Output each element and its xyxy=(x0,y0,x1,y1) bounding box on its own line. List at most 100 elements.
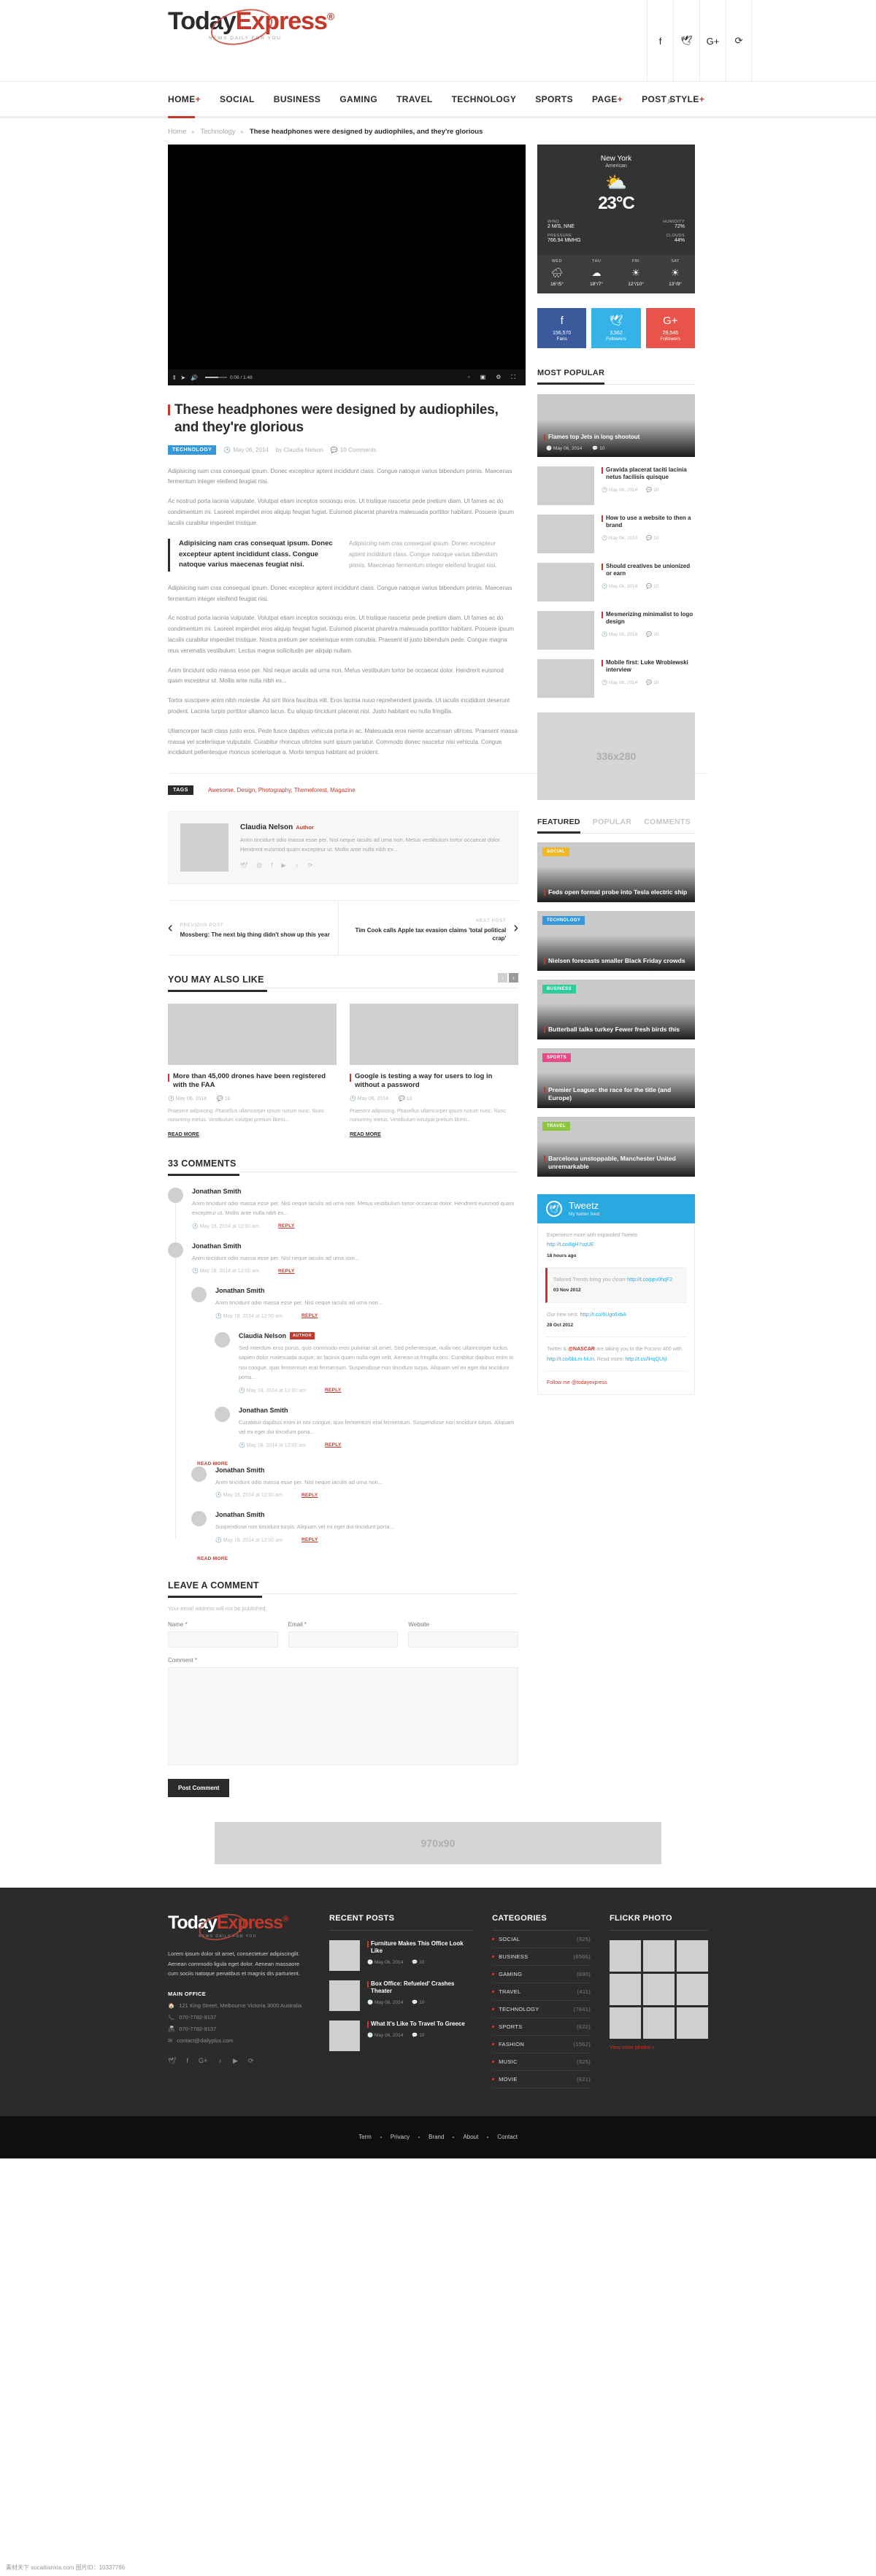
flickr-thumb[interactable] xyxy=(610,1939,642,1972)
category-badge[interactable]: TECHNOLOGY xyxy=(168,445,217,455)
featured-card[interactable]: TECHNOLOGY Nielsen forecasts smaller Bla… xyxy=(537,911,695,971)
author-social-icon[interactable]: @ xyxy=(256,862,262,869)
footer-recent-post[interactable]: Furniture Makes This Office Look Like 🕐 … xyxy=(329,1939,473,1971)
tweet-link[interactable]: http://t.co/6Ugo6xbA xyxy=(580,1312,626,1318)
tab-featured[interactable]: FEATURED xyxy=(537,818,580,834)
search-icon[interactable]: ⌕ xyxy=(667,94,673,107)
read-more-comments[interactable]: READ MORE xyxy=(197,1556,518,1561)
name-input[interactable] xyxy=(168,1631,278,1648)
related-card[interactable]: Google is testing a way for users to log… xyxy=(350,1003,518,1139)
flickr-thumb[interactable] xyxy=(677,2007,709,2039)
footer-link-term[interactable]: Term xyxy=(350,2134,380,2140)
footer-category-item[interactable]: MUSIC (325) xyxy=(492,2053,591,2071)
reply-link[interactable]: REPLY xyxy=(278,1269,295,1274)
twitter-count-box[interactable]: 🕊 3,562 Followers xyxy=(591,308,641,348)
footer-link-privacy[interactable]: Privacy xyxy=(382,2134,418,2140)
footer-social-icon[interactable]: ♁ xyxy=(218,2057,223,2065)
nav-item-page[interactable]: PAGE+ xyxy=(592,82,623,116)
nav-item-technology[interactable]: TECHNOLOGY xyxy=(452,82,517,116)
list-item[interactable]: Gravida placerat taciti lacinia netus fa… xyxy=(537,466,695,505)
volume-icon[interactable]: 🔊 xyxy=(191,374,198,381)
nav-item-travel[interactable]: TRAVEL xyxy=(396,82,433,116)
breadcrumb-category[interactable]: Technology xyxy=(200,128,235,136)
reply-link[interactable]: REPLY xyxy=(325,1388,342,1393)
video-quality-icon[interactable]: ▫ xyxy=(468,374,470,381)
reply-link[interactable]: REPLY xyxy=(325,1442,342,1447)
related-card[interactable]: More than 45,000 drones have been regist… xyxy=(168,1003,337,1139)
comment-textarea[interactable] xyxy=(168,1666,518,1765)
footer-category-item[interactable]: FASHION (1562) xyxy=(492,2036,591,2053)
author-social-icon[interactable]: ⟳ xyxy=(308,862,313,869)
tags-list[interactable]: Awesome, Design, Photography, Themefores… xyxy=(208,787,356,793)
gear-icon[interactable]: ⚙ xyxy=(496,374,501,381)
flickr-thumb[interactable] xyxy=(677,1939,709,1972)
author-social-icon[interactable]: 🕊 xyxy=(240,862,247,869)
featured-card[interactable]: BUSINESS Butterball talks turkey Fewer f… xyxy=(537,980,695,1039)
video-player[interactable]: ‖ ➤ 🔊 0:06 / 1:48 ▫ ▣ ⚙ ⛶ xyxy=(168,145,526,385)
nav-item-sports[interactable]: SPORTS xyxy=(535,82,573,116)
nav-item-business[interactable]: BUSINESS xyxy=(274,82,321,116)
facebook-count-box[interactable]: f 156,570 Fans xyxy=(537,308,587,348)
footer-link-about[interactable]: About xyxy=(454,2134,487,2140)
slider-prev-button[interactable]: ‹ xyxy=(498,972,507,983)
email-field[interactable] xyxy=(288,1631,399,1648)
footer-social-icon[interactable]: ⟳ xyxy=(248,2057,254,2065)
list-item[interactable]: How to use a website to then a brand 🕐 M… xyxy=(537,515,695,553)
site-logo[interactable]: TodayExpress® NEWS DAILY FOR YOU xyxy=(168,3,334,51)
read-more-link[interactable]: READ MORE xyxy=(168,1132,199,1137)
footer-category-item[interactable]: GAMING (890) xyxy=(492,1966,591,1983)
footer-social-icon[interactable]: ▶ xyxy=(233,2057,238,2065)
next-post-link[interactable]: NEXT POST Tim Cook calls Apple tax evasi… xyxy=(337,901,518,955)
googleplus-count-box[interactable]: G+ 29,546 Followers xyxy=(645,308,695,348)
footer-category-item[interactable]: MOVIE (821) xyxy=(492,2071,591,2088)
footer-category-item[interactable]: SPORTS (822) xyxy=(492,2018,591,2036)
footer-logo[interactable]: TodayExpress® xyxy=(168,1909,288,1945)
related-slider-nav[interactable]: ‹ › xyxy=(498,972,518,983)
author-social-icon[interactable]: f xyxy=(271,862,272,869)
reply-link[interactable]: REPLY xyxy=(301,1537,318,1542)
list-item[interactable]: Mobile first: Luke Wroblewski interview … xyxy=(537,659,695,698)
next-track-icon[interactable]: ➤ xyxy=(180,374,185,381)
tab-comments[interactable]: COMMENTS xyxy=(644,818,691,834)
flickr-thumb[interactable] xyxy=(643,1973,675,2005)
post-comment-button[interactable]: Post Comment xyxy=(168,1778,230,1797)
flickr-thumb[interactable] xyxy=(610,2007,642,2039)
reply-link[interactable]: REPLY xyxy=(278,1223,295,1229)
flickr-photo-grid[interactable] xyxy=(610,1939,709,2039)
flickr-view-more[interactable]: View more photos » xyxy=(610,2045,708,2050)
reply-link[interactable]: REPLY xyxy=(301,1313,318,1318)
footer-category-item[interactable]: BUSINESS (6566) xyxy=(492,1948,591,1966)
footer-social-icon[interactable]: G+ xyxy=(199,2057,207,2065)
nav-item-social[interactable]: SOCIAL xyxy=(220,82,255,116)
pause-icon[interactable]: ‖ xyxy=(173,374,175,381)
list-item[interactable]: Mesmerizing minimalist to logo design 🕐 … xyxy=(537,611,695,650)
most-popular-hero[interactable]: Flames top Jets in long shootout 🕐 May 0… xyxy=(537,394,695,457)
facebook-icon[interactable]: f xyxy=(647,0,673,82)
slider-next-button[interactable]: › xyxy=(509,972,518,983)
reply-link[interactable]: REPLY xyxy=(301,1493,318,1498)
video-controls[interactable]: ‖ ➤ 🔊 0:06 / 1:48 ▫ ▣ ⚙ ⛶ xyxy=(168,369,526,385)
tweet-link[interactable]: http://t.co/ppv0hqF2 xyxy=(627,1277,672,1283)
tab-popular[interactable]: POPULAR xyxy=(593,818,631,834)
footer-link-brand[interactable]: Brand xyxy=(420,2134,453,2140)
list-item[interactable]: Should creatives be unionized or earn 🕐 … xyxy=(537,563,695,601)
footer-category-item[interactable]: SOCIAL (325) xyxy=(492,1931,591,1948)
nav-item-gaming[interactable]: GAMING xyxy=(339,82,377,116)
footer-link-contact[interactable]: Contact xyxy=(488,2134,526,2140)
website-input[interactable] xyxy=(408,1631,519,1648)
featured-card[interactable]: TRAVEL Barcelona unstoppable, Manchester… xyxy=(537,1117,695,1177)
featured-card[interactable]: SPORTS Premier League: the race for the … xyxy=(537,1048,695,1108)
volume-slider[interactable] xyxy=(204,377,227,378)
nav-item-post-style[interactable]: POST STYLE+ xyxy=(642,82,704,116)
footer-category-item[interactable]: TECHNOLOGY (7841) xyxy=(492,2001,591,2018)
footer-social-icon[interactable]: 🕊 xyxy=(168,2057,176,2065)
read-more-comments[interactable]: READ MORE xyxy=(197,1461,518,1466)
flickr-thumb[interactable] xyxy=(643,2007,675,2039)
fullscreen-icon[interactable]: ⛶ xyxy=(511,374,515,381)
footer-recent-post[interactable]: What It's Like To Travel To Greece 🕐 May… xyxy=(329,2020,473,2051)
nav-item-home[interactable]: HOME+ xyxy=(168,82,201,118)
closed-caption-icon[interactable]: ▣ xyxy=(480,374,486,381)
footer-ad-banner[interactable]: 970x90 xyxy=(215,1821,661,1864)
footer-recent-post[interactable]: Box Office: Refueled' Crashes Theater 🕐 … xyxy=(329,1980,473,2011)
breadcrumb-home[interactable]: Home xyxy=(168,128,186,136)
